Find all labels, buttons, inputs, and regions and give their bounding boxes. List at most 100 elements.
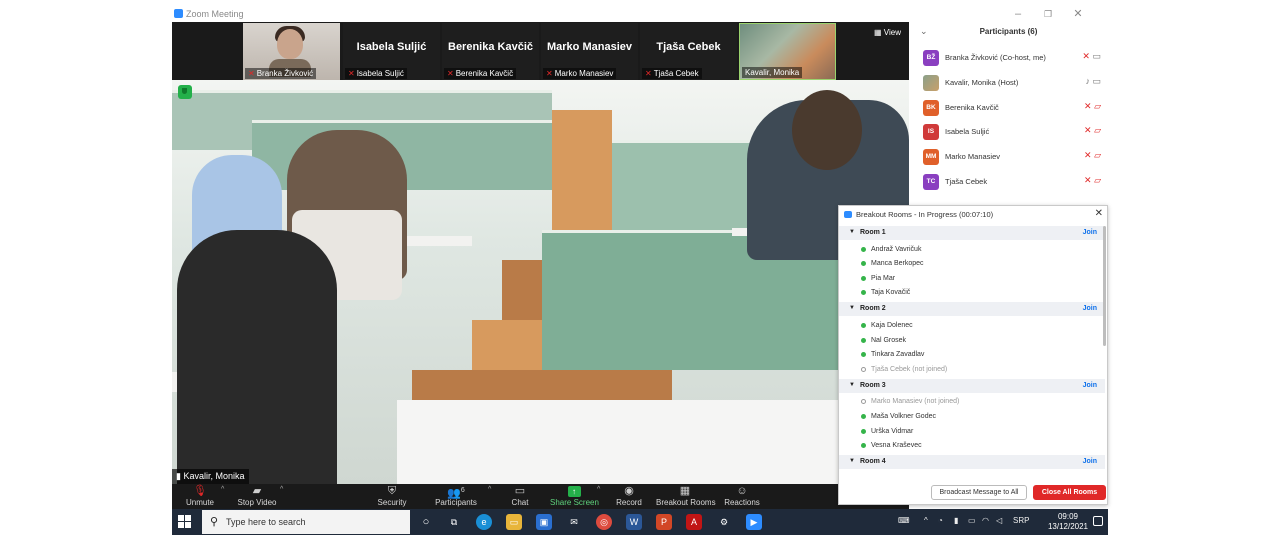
reactions-button[interactable]: ☺ Reactions [724, 484, 760, 509]
join-room-button[interactable]: Join [1083, 229, 1097, 236]
room-member: Marko Manasiev (not joined) [839, 395, 1105, 409]
edge-icon[interactable]: e [476, 514, 492, 530]
tray-chevron-up-icon[interactable]: ^ [924, 516, 928, 525]
file-explorer-icon[interactable]: ▭ [506, 514, 522, 530]
mic-muted-icon: ✕ [1084, 100, 1092, 111]
zoom-taskbar-icon[interactable]: ▶ [746, 514, 762, 530]
mail-icon[interactable]: ✉ [566, 514, 582, 530]
language-indicator[interactable]: SRP [1013, 516, 1029, 525]
chevron-up-icon: ^ [488, 486, 492, 493]
broadcast-message-button[interactable]: Broadcast Message to All [931, 485, 1027, 500]
participants-title: Participants (6) [979, 27, 1038, 36]
chevron-down-icon[interactable]: ▼ [849, 458, 855, 464]
record-label: Record [616, 498, 642, 507]
room-header[interactable]: ▼ Room 3 Join [839, 378, 1105, 393]
participant-thumbnail[interactable]: Isabela Suljić ✕ Isabela Suljić [343, 23, 440, 80]
join-room-button[interactable]: Join [1083, 305, 1097, 312]
chat-button[interactable]: ▭ Chat [507, 484, 533, 509]
taskbar-search-input[interactable]: ⚲ Type here to search [202, 510, 410, 534]
participant-name: Berenika Kavčič [945, 102, 999, 112]
participants-button[interactable]: 👥6 Participants [434, 484, 478, 509]
mic-muted-icon: ✕ [1084, 125, 1092, 136]
avatar: TC [923, 174, 939, 190]
participant-status-icons: ♪ ▭ [1085, 76, 1101, 87]
video-off-icon: ▱ [1094, 125, 1101, 136]
participant-row[interactable]: Kavalir, Monika (Host) ♪ ▭ [921, 73, 1101, 93]
microphone-icon[interactable]: ▮ [954, 516, 958, 525]
volume-icon[interactable]: ◁ [996, 516, 1002, 525]
join-room-button[interactable]: Join [1083, 458, 1097, 465]
room-member: Pia Mar [839, 272, 1105, 286]
chevron-down-icon[interactable]: ▼ [849, 305, 855, 311]
thumbnail-label: Kavalir, Monika [742, 67, 803, 78]
keyboard-icon[interactable]: ⌨ [898, 516, 910, 525]
participant-thumbnail[interactable]: Berenika Kavčič ✕ Berenika Kavčič [442, 23, 539, 80]
network-icon[interactable]: ◔ [938, 516, 943, 525]
video-off-icon: ▱ [1094, 100, 1101, 111]
participant-row[interactable]: MM Marko Manasiev ✕ ▱ [921, 147, 1101, 167]
participant-row[interactable]: BŽ Branka Živković (Co-host, me) ✕ ▭ [921, 48, 1101, 68]
settings-gear-icon[interactable]: ⚙ [716, 514, 732, 530]
record-button[interactable]: ◉ Record [614, 484, 644, 509]
participant-thumbnail[interactable]: Kavalir, Monika [739, 23, 836, 80]
close-window-button[interactable]: ✕ [1064, 6, 1092, 22]
member-name: Manca Berkopec [871, 260, 924, 268]
member-name: Tinkara Zavadlav [871, 351, 925, 359]
share-screen-button[interactable]: ↑ Share Screen [550, 484, 599, 509]
room-header[interactable]: ▼ Room 1 Join [839, 226, 1105, 240]
battery-icon[interactable]: ▭ [968, 516, 976, 525]
participant-thumbnail[interactable]: Marko Manasiev ✕ Marko Manasiev [541, 23, 638, 80]
word-icon[interactable]: W [626, 514, 642, 530]
video-off-icon: ▱ [1094, 150, 1101, 161]
mic-muted-icon: ✕ [447, 69, 454, 78]
chrome-icon[interactable]: ◎ [596, 514, 612, 530]
participant-row[interactable]: IS Isabela Suljić ✕ ▱ [921, 122, 1101, 142]
audio-options-caret[interactable]: ^ [216, 484, 226, 509]
join-room-button[interactable]: Join [1083, 382, 1097, 389]
cortana-icon[interactable]: ○ [418, 514, 434, 530]
room-header[interactable]: ▼ Room 2 Join [839, 302, 1105, 317]
participant-row[interactable]: TC Tjaša Cebek ✕ ▱ [921, 172, 1101, 192]
chevron-down-icon[interactable]: ▼ [849, 382, 855, 388]
member-name: Vesna Kraševec [871, 442, 922, 450]
thumbnail-label: ✕ Berenika Kavčič [444, 68, 517, 79]
participant-status-icons: ✕ ▱ [1084, 175, 1101, 186]
participant-thumbnail[interactable]: ✕ Branka Živković [243, 23, 340, 80]
stop-video-button[interactable]: ▰ Stop Video [234, 484, 280, 509]
taskbar-clock[interactable]: 09:09 13/12/2021 [1048, 512, 1088, 532]
notification-icon[interactable] [1093, 516, 1103, 526]
maximize-button[interactable]: ❐ [1034, 6, 1062, 22]
room-member: Nal Grosek [839, 334, 1105, 348]
windows-start-button[interactable] [178, 515, 192, 529]
thumbnail-label: ✕ Branka Živković [245, 68, 317, 79]
task-view-icon[interactable]: ⧉ [446, 514, 462, 530]
mic-muted-icon: ✕ [1084, 150, 1092, 161]
member-name: Taja Kovačič [871, 289, 911, 297]
room-member: Taja Kovačič [839, 286, 1105, 300]
powerpoint-icon[interactable]: P [656, 514, 672, 530]
thumbnail-label-text: Marko Manasiev [554, 69, 614, 78]
share-options-caret[interactable]: ^ [592, 484, 602, 509]
joined-status-icon [861, 428, 866, 434]
room-header[interactable]: ▼ Room 4 Join [839, 455, 1105, 470]
store-icon[interactable]: ▣ [536, 514, 552, 530]
participants-options-caret[interactable]: ^ [483, 484, 493, 509]
security-button[interactable]: ⛨ Security [372, 484, 412, 509]
active-speaker-name: Kavalir, Monika [183, 471, 245, 481]
unmute-button[interactable]: 🎙 Unmute [180, 484, 220, 509]
shield-icon: ⛨ [387, 485, 397, 497]
chevron-down-icon[interactable]: ▼ [849, 229, 855, 235]
participant-thumbnail[interactable]: Tjaša Cebek ✕ Tjaša Cebek [640, 23, 737, 80]
video-options-caret[interactable]: ^ [275, 484, 285, 509]
minimize-button[interactable]: – [1004, 6, 1032, 22]
participant-row[interactable]: BK Berenika Kavčič ✕ ▱ [921, 98, 1101, 118]
close-dialog-icon[interactable]: ✕ [1095, 208, 1103, 219]
acrobat-icon[interactable]: A [686, 514, 702, 530]
participant-name: Marko Manasiev [945, 152, 1001, 162]
breakout-rooms-button[interactable]: ▦ Breakout Rooms [656, 484, 716, 509]
close-all-rooms-button[interactable]: Close All Rooms [1033, 485, 1106, 500]
reactions-label: Reactions [724, 498, 760, 507]
wifi-icon[interactable]: ◠ [982, 516, 989, 525]
view-button[interactable]: ▦ View [874, 28, 901, 37]
room-list-scrollbar[interactable] [1103, 226, 1106, 346]
